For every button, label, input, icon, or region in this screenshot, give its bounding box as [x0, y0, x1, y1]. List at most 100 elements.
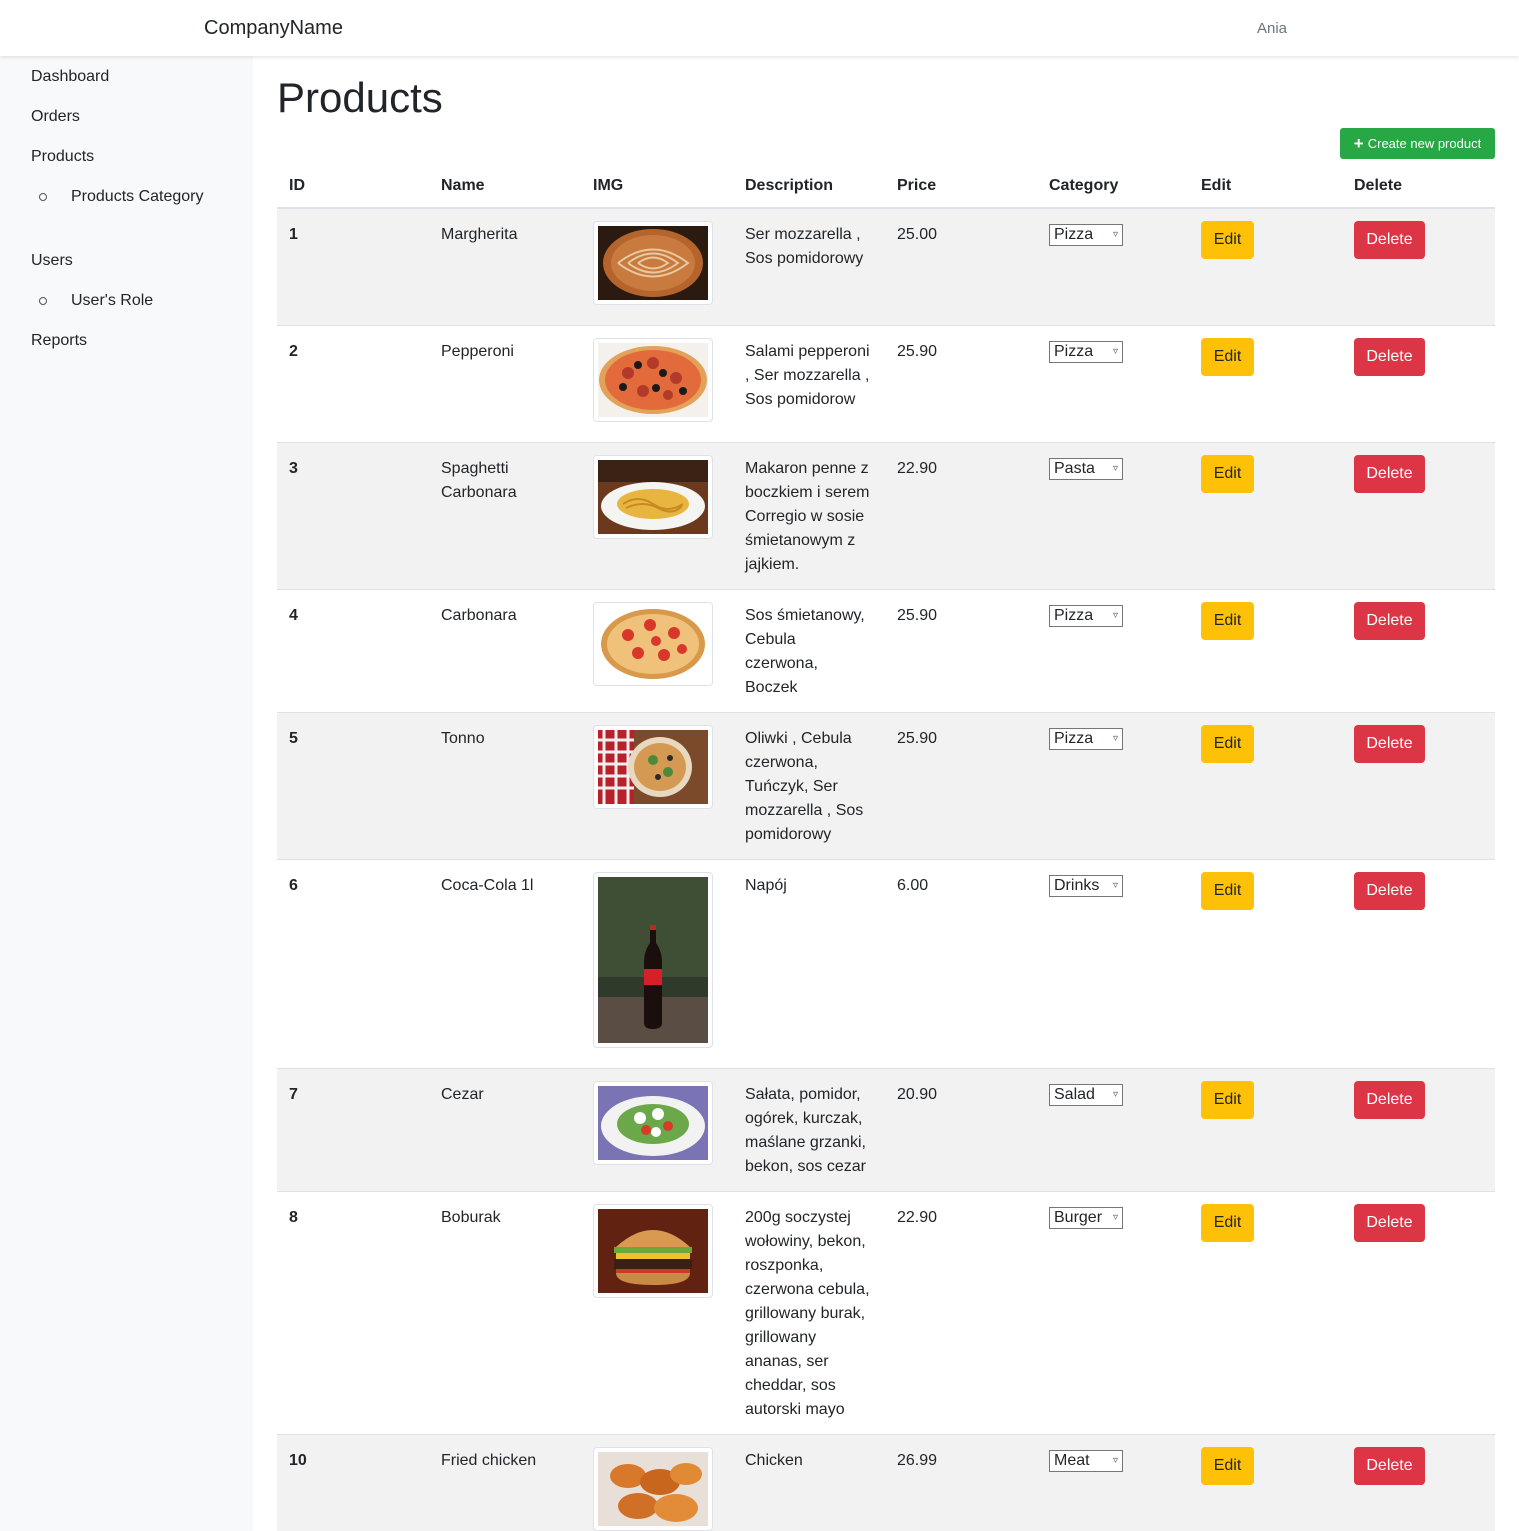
- product-id: 3: [277, 442, 429, 590]
- delete-button[interactable]: Delete: [1354, 602, 1425, 640]
- column-header-delete: Delete: [1342, 164, 1495, 209]
- column-header-edit: Edit: [1189, 164, 1342, 209]
- sidebar-item-products[interactable]: Products: [31, 148, 94, 166]
- product-id: 4: [277, 589, 429, 713]
- product-description: Chicken: [733, 1434, 885, 1531]
- product-price: 25.00: [885, 207, 1037, 326]
- category-select[interactable]: Pizza ▿: [1049, 605, 1123, 627]
- product-image: [593, 1204, 713, 1298]
- product-name: Cezar: [429, 1068, 581, 1192]
- delete-button[interactable]: Delete: [1354, 1447, 1425, 1485]
- sidebar-item-users-role[interactable]: User's Role: [71, 292, 153, 310]
- sidebar-item-orders[interactable]: Orders: [31, 108, 80, 126]
- product-description: 200g soczystej wołowiny, bekon, roszponk…: [733, 1191, 885, 1435]
- product-id: 5: [277, 712, 429, 860]
- edit-button[interactable]: Edit: [1201, 338, 1254, 376]
- table-row: 2 Pepperoni Salami pepperoni , Ser mozza…: [277, 325, 1495, 443]
- category-select-value: Meat: [1054, 1452, 1090, 1469]
- category-select[interactable]: Pizza ▿: [1049, 341, 1123, 363]
- edit-button[interactable]: Edit: [1201, 455, 1254, 493]
- category-select[interactable]: Meat ▿: [1049, 1450, 1123, 1472]
- delete-button[interactable]: Delete: [1354, 1081, 1425, 1119]
- pasta-image: [598, 460, 708, 534]
- product-id: 7: [277, 1068, 429, 1192]
- product-id: 8: [277, 1191, 429, 1435]
- product-description: Sos śmietanowy, Cebula czerwona, Boczek: [733, 589, 885, 713]
- product-id: 2: [277, 325, 429, 443]
- delete-button[interactable]: Delete: [1354, 725, 1425, 763]
- chevron-down-icon: ▿: [1112, 1089, 1118, 1100]
- sidebar-item-dashboard[interactable]: Dashboard: [31, 68, 109, 86]
- category-select[interactable]: Pizza ▿: [1049, 224, 1123, 246]
- cola-bottle-image: [598, 877, 708, 1043]
- product-price: 25.90: [885, 712, 1037, 860]
- sidebar-item-reports[interactable]: Reports: [31, 332, 87, 350]
- product-image: [593, 602, 713, 686]
- bullet-icon: [39, 297, 47, 305]
- delete-button[interactable]: Delete: [1354, 872, 1425, 910]
- salad-image: [598, 1086, 708, 1160]
- pizza-tonno-image: [598, 730, 708, 804]
- product-image: [593, 725, 713, 809]
- pizza-carbonara-image: [598, 607, 708, 681]
- table-row: 4 Carbonara Sos śmietanowy, Cebula czerw…: [277, 589, 1495, 713]
- table-header-row: ID Name IMG Description Price Category E…: [277, 164, 1495, 209]
- category-select-value: Drinks: [1054, 877, 1100, 894]
- category-select[interactable]: Pizza ▿: [1049, 728, 1123, 750]
- pizza-pepperoni-image: [598, 343, 708, 417]
- product-id: 10: [277, 1434, 429, 1531]
- product-image: [593, 221, 713, 305]
- create-product-label: Create new product: [1367, 136, 1482, 151]
- product-name: Spaghetti Carbonara: [429, 442, 581, 590]
- chevron-down-icon: ▿: [1112, 733, 1118, 744]
- category-select-value: Pizza: [1054, 607, 1094, 624]
- sidebar: Dashboard Orders Products Products Categ…: [0, 56, 253, 1531]
- delete-button[interactable]: Delete: [1354, 221, 1425, 259]
- edit-button[interactable]: Edit: [1201, 725, 1254, 763]
- category-select[interactable]: Drinks ▿: [1049, 875, 1123, 897]
- product-name: Carbonara: [429, 589, 581, 713]
- chevron-down-icon: ▿: [1112, 1455, 1118, 1466]
- burger-image: [598, 1209, 708, 1293]
- create-product-button[interactable]: + Create new product: [1340, 128, 1495, 159]
- sidebar-item-users[interactable]: Users: [31, 252, 73, 270]
- edit-button[interactable]: Edit: [1201, 1204, 1254, 1242]
- table-row: 8 Boburak 200g soczystej wołowiny, bekon…: [277, 1191, 1495, 1435]
- product-description: Sałata, pomidor, ogórek, kurczak, maślan…: [733, 1068, 885, 1192]
- category-select[interactable]: Salad ▿: [1049, 1084, 1123, 1106]
- chevron-down-icon: ▿: [1112, 880, 1118, 891]
- sidebar-item-products-category[interactable]: Products Category: [71, 188, 204, 206]
- delete-button[interactable]: Delete: [1354, 1204, 1425, 1242]
- column-header-description: Description: [733, 164, 885, 209]
- plus-icon: +: [1353, 134, 1364, 153]
- product-id: 6: [277, 859, 429, 1069]
- chevron-down-icon: ▿: [1112, 1212, 1118, 1223]
- edit-button[interactable]: Edit: [1201, 1081, 1254, 1119]
- chevron-down-icon: ▿: [1112, 463, 1118, 474]
- edit-button[interactable]: Edit: [1201, 872, 1254, 910]
- user-name[interactable]: Ania: [1257, 20, 1287, 37]
- category-select-value: Pizza: [1054, 343, 1094, 360]
- product-name: Pepperoni: [429, 325, 581, 443]
- page-title: Products: [277, 74, 443, 121]
- category-select[interactable]: Burger ▿: [1049, 1207, 1123, 1229]
- delete-button[interactable]: Delete: [1354, 338, 1425, 376]
- table-row: 6 Coca-Cola 1l Napój 6.00 Drinks ▿ Edit D…: [277, 859, 1495, 1069]
- delete-button[interactable]: Delete: [1354, 455, 1425, 493]
- edit-button[interactable]: Edit: [1201, 602, 1254, 640]
- table-row: 5 Tonno Oliwki , Cebula czerwona, Tuńczy…: [277, 712, 1495, 860]
- top-navbar: CompanyName Ania: [0, 0, 1519, 56]
- edit-button[interactable]: Edit: [1201, 221, 1254, 259]
- brand-logo[interactable]: CompanyName: [204, 17, 343, 40]
- category-select[interactable]: Pasta ▿: [1049, 458, 1123, 480]
- edit-button[interactable]: Edit: [1201, 1447, 1254, 1485]
- bullet-icon: [39, 193, 47, 201]
- product-price: 25.90: [885, 589, 1037, 713]
- product-description: Napój: [733, 859, 885, 1069]
- product-description: Salami pepperoni , Ser mozzarella , Sos …: [733, 325, 885, 443]
- product-description: Ser mozzarella , Sos pomidorowy: [733, 207, 885, 326]
- product-image: [593, 1447, 713, 1531]
- product-price: 6.00: [885, 859, 1037, 1069]
- product-price: 26.99: [885, 1434, 1037, 1531]
- fried-chicken-image: [598, 1452, 708, 1526]
